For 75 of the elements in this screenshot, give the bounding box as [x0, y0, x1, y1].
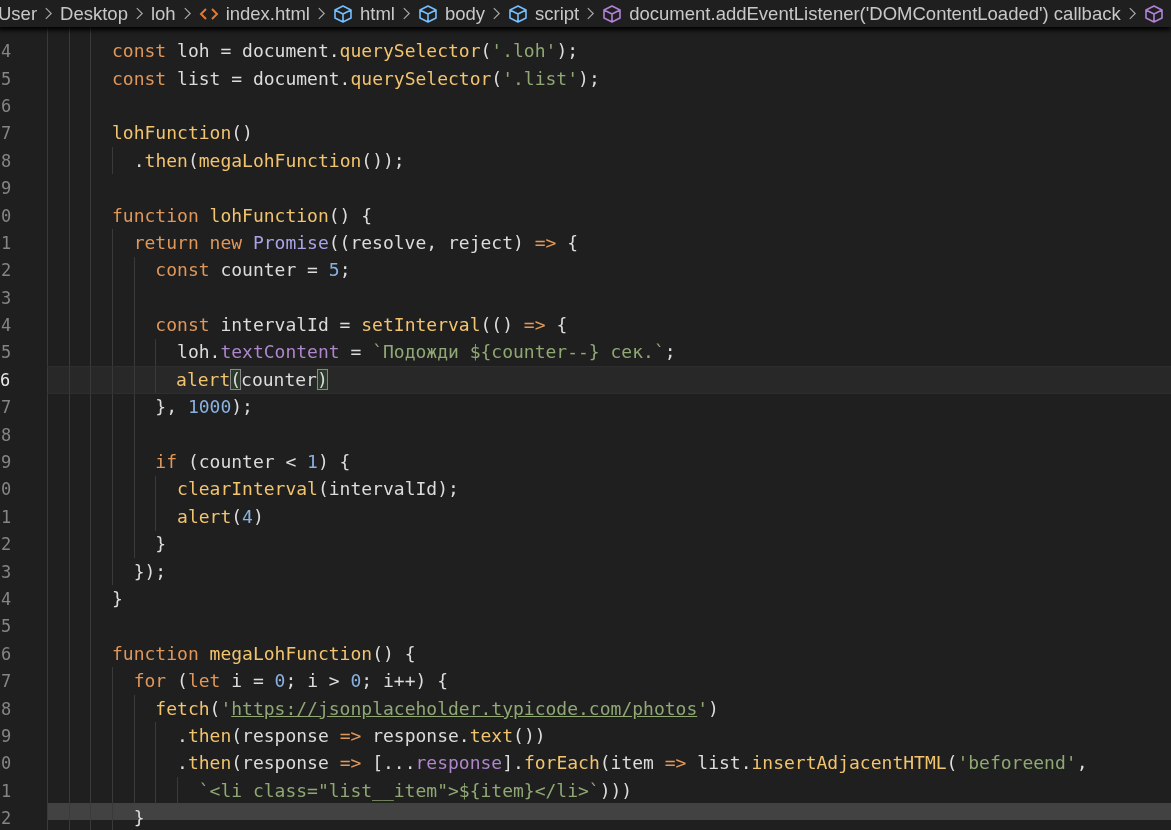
code-line: alert(counter)	[175, 368, 328, 391]
code-line: }	[111, 588, 123, 610]
code-line: }, 1000);	[154, 396, 253, 419]
line-number: 6	[1, 95, 12, 116]
line-number: 3	[1, 561, 12, 582]
code-line: loh.textContent = `Подожди ${counter--} сек.`;	[176, 341, 676, 364]
cube-icon	[332, 3, 353, 24]
code-line: }	[154, 533, 167, 556]
breadcrumb-item[interactable]: script	[535, 2, 580, 25]
code-line: for (let i = 0; i > 0; i++) {	[132, 670, 449, 693]
cube-icon	[1143, 3, 1164, 24]
code-line: .then(megaLohFunction());	[132, 149, 405, 172]
code-line: const intervalId = setInterval(() => {	[154, 314, 568, 337]
breadcrumb-item[interactable]: document.addEventListener('DOMContentLoaded') callback	[629, 2, 1121, 25]
line-number: 6	[0, 369, 11, 390]
chevron-icon	[586, 6, 596, 21]
line-number: 2	[1, 808, 12, 829]
code-line: fetch('https://jsonplaceholder.typicode.com/photos')	[154, 697, 719, 720]
line-number: 0	[1, 479, 12, 500]
line-number: 6	[1, 643, 12, 664]
line-number: 3	[1, 287, 12, 308]
line-number: 7	[1, 671, 12, 692]
cube-icon	[602, 3, 623, 24]
code-line: .then(response => response.text())	[176, 724, 546, 747]
cube-icon	[508, 3, 529, 24]
line-number: 2	[1, 534, 12, 555]
cube-icon	[417, 3, 438, 24]
code-file-icon	[198, 5, 219, 22]
line-number: 8	[1, 698, 12, 719]
breadcrumb-item[interactable]: body	[444, 2, 486, 25]
code-line: `<li class="list__item">${item}</li>`)))	[197, 779, 633, 802]
code-line: function lohFunction() {	[111, 204, 373, 227]
breadcrumb-item[interactable]: html	[359, 2, 395, 25]
code-line: lohFunction()	[111, 122, 253, 145]
line-number: 9	[1, 178, 12, 199]
line-number: 8	[1, 424, 12, 445]
code-line: }	[132, 807, 145, 830]
chevron-icon	[401, 6, 411, 21]
line-number: 7	[1, 397, 12, 418]
chevron-icon	[492, 6, 502, 21]
line-number: 4	[1, 41, 12, 62]
line-number: 9	[1, 725, 12, 746]
chevron-icon	[1127, 6, 1137, 21]
breadcrumb-item[interactable]: loh	[150, 2, 176, 25]
line-number: 5	[1, 616, 12, 637]
line-number: 8	[1, 150, 12, 171]
code-line: clearInterval(intervalId);	[176, 478, 459, 501]
code-line: const list = document.querySelector('.list');	[111, 67, 600, 90]
code-line: const loh = document.querySelector('.loh');	[111, 40, 579, 63]
line-number: 1	[1, 506, 12, 527]
line-number: 2	[1, 260, 12, 281]
breadcrumb-item[interactable]: Desktop	[60, 2, 128, 25]
line-number: 0	[1, 753, 12, 774]
line-number: 1	[1, 232, 12, 253]
line-number: 5	[1, 68, 12, 89]
line-number: 5	[1, 342, 12, 363]
chevron-icon	[44, 6, 54, 21]
code-line: return new Promise((resolve, reject) => {	[132, 231, 579, 254]
line-number: 7	[1, 123, 12, 144]
line-number: 4	[1, 315, 12, 336]
code-line: if (counter < 1) {	[154, 451, 351, 474]
code-line: .then(response => [...response].forEach(item => list.insertAdjacentHTML('beforeend',	[176, 752, 1088, 775]
line-number: 4	[1, 589, 12, 609]
code-line: function megaLohFunction() {	[111, 642, 416, 665]
chevron-icon	[316, 6, 326, 21]
code-line: });	[132, 560, 167, 583]
line-number: 0	[1, 205, 12, 226]
line-number: 1	[1, 780, 12, 801]
chevron-icon	[182, 6, 192, 21]
line-number: 9	[1, 452, 12, 473]
code-line: alert(4)	[176, 505, 264, 528]
breadcrumb-item[interactable]: index.html	[225, 2, 310, 25]
chevron-icon	[134, 6, 144, 21]
code-line: const counter = 5;	[154, 259, 351, 282]
breadcrumb-item[interactable]: User	[0, 2, 38, 25]
